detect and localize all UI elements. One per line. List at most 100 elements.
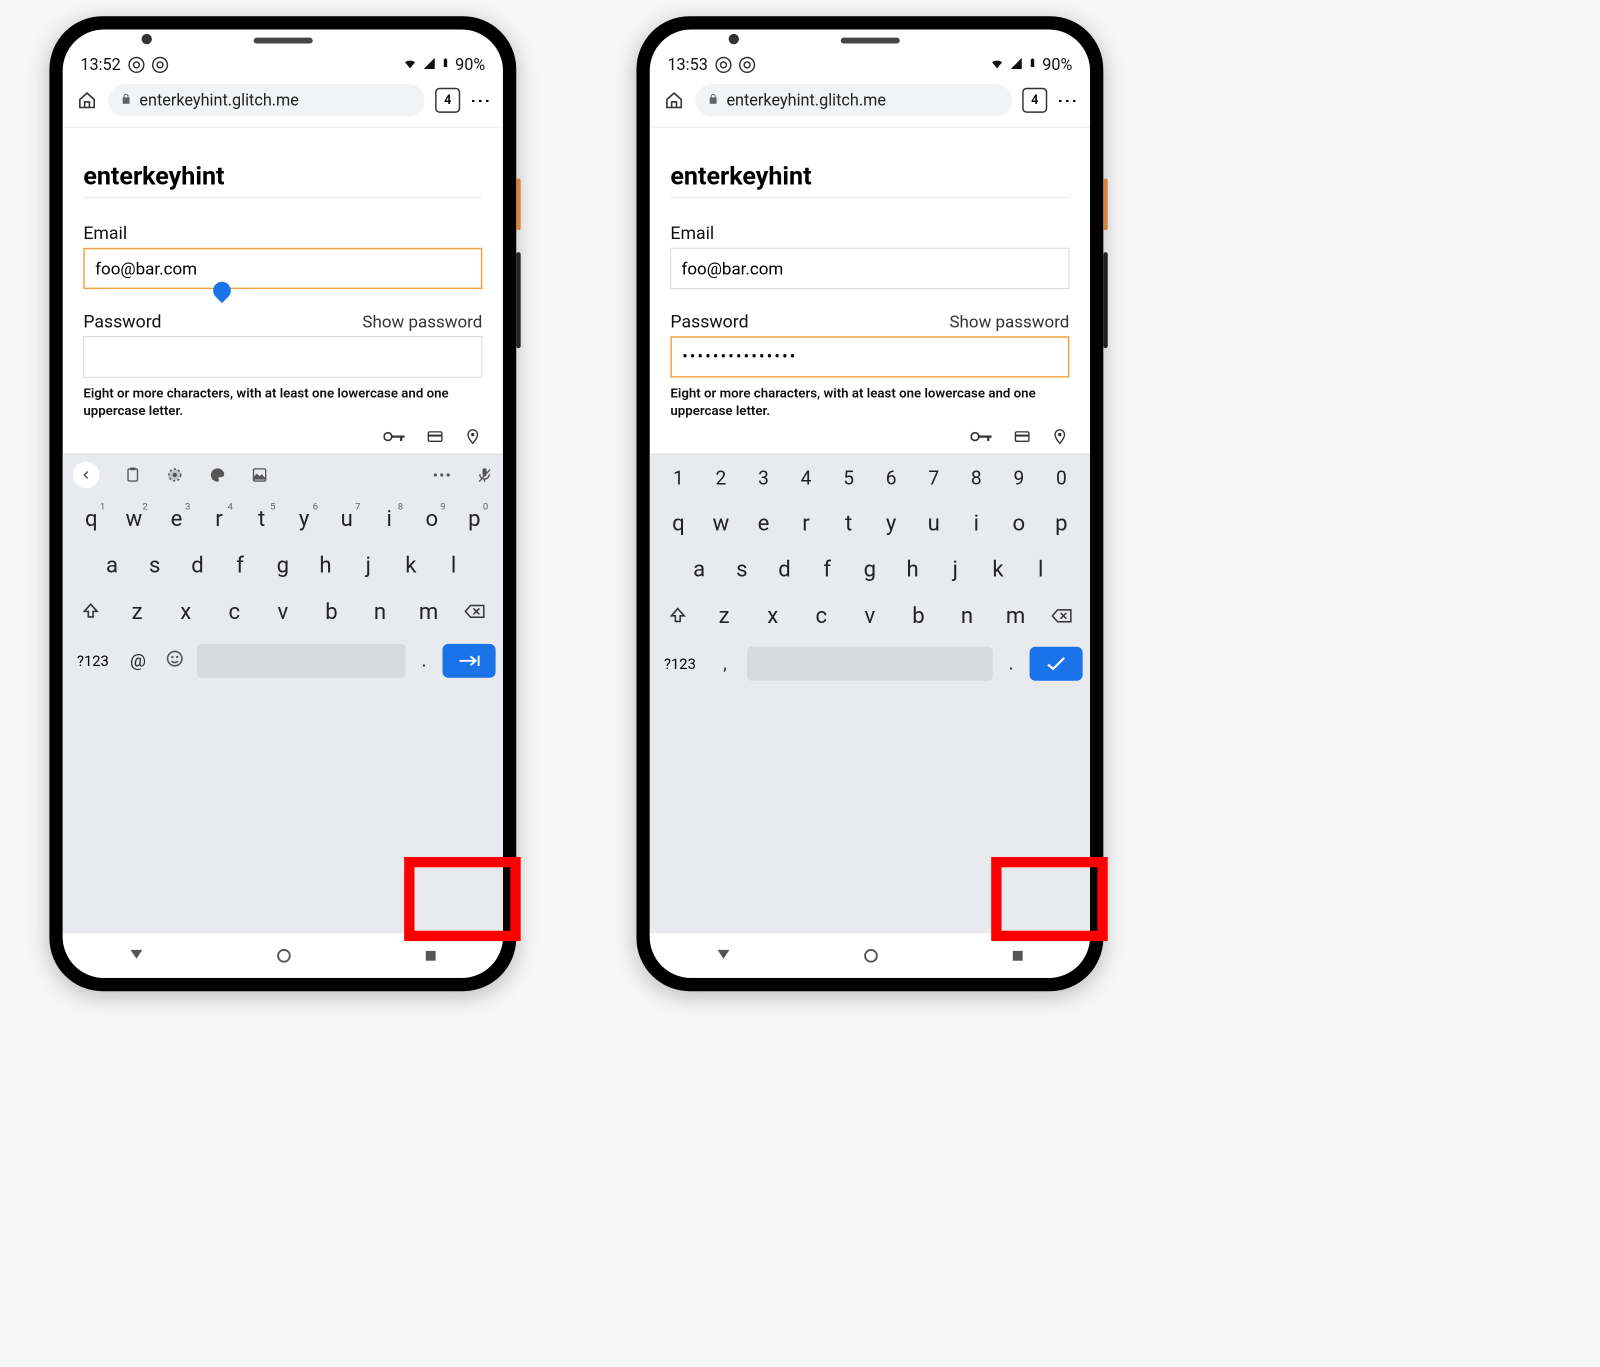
key-t[interactable]: t5 <box>240 498 283 539</box>
key-w[interactable]: w <box>700 503 743 544</box>
symbols-key[interactable]: ?123 <box>70 652 116 670</box>
key-comma[interactable]: , <box>710 646 740 681</box>
home-icon[interactable] <box>663 91 685 110</box>
key-h[interactable]: h <box>891 549 934 590</box>
key-t[interactable]: t <box>827 503 870 544</box>
backspace-key[interactable] <box>454 591 495 632</box>
key-f[interactable]: f <box>219 545 262 586</box>
email-field[interactable] <box>670 248 1069 289</box>
key-h[interactable]: h <box>304 545 347 586</box>
key-p[interactable]: p0 <box>453 498 496 539</box>
key-b[interactable]: b <box>309 591 355 632</box>
key-l[interactable]: l <box>1019 549 1062 590</box>
show-password-toggle[interactable]: Show password <box>949 312 1069 332</box>
key-4[interactable]: 4 <box>785 460 828 497</box>
key-m[interactable]: m <box>993 596 1039 637</box>
key-n[interactable]: n <box>357 591 403 632</box>
key-k[interactable]: k <box>390 545 433 586</box>
key-x[interactable]: x <box>163 591 209 632</box>
url-bar[interactable]: enterkeyhint.glitch.me <box>108 84 424 116</box>
key-s[interactable]: s <box>720 549 763 590</box>
key-c[interactable]: c <box>799 596 845 637</box>
kb-settings-icon[interactable] <box>166 466 184 484</box>
kb-more-icon[interactable] <box>432 471 451 478</box>
payment-card-icon[interactable] <box>425 428 446 444</box>
key-0[interactable]: 0 <box>1040 460 1083 497</box>
key-z[interactable]: z <box>114 591 160 632</box>
volume-button[interactable] <box>516 252 520 348</box>
key-f[interactable]: f <box>806 549 849 590</box>
space-key[interactable] <box>747 646 993 680</box>
key-l[interactable]: l <box>432 545 475 586</box>
power-button[interactable] <box>1103 178 1107 230</box>
space-key[interactable] <box>197 644 406 678</box>
password-key-icon[interactable] <box>971 429 993 444</box>
key-o[interactable]: o9 <box>411 498 454 539</box>
kb-mic-icon[interactable] <box>476 465 492 484</box>
key-a[interactable]: a <box>678 549 721 590</box>
key-q[interactable]: q1 <box>70 498 113 539</box>
backspace-key[interactable] <box>1041 596 1082 637</box>
key-at[interactable]: @ <box>123 643 153 678</box>
key-i[interactable]: i <box>955 503 998 544</box>
key-z[interactable]: z <box>701 596 747 637</box>
password-field[interactable] <box>83 336 482 377</box>
key-9[interactable]: 9 <box>998 460 1041 497</box>
key-v[interactable]: v <box>847 596 893 637</box>
nav-back-icon[interactable] <box>715 947 733 965</box>
key-7[interactable]: 7 <box>912 460 955 497</box>
key-n[interactable]: n <box>944 596 990 637</box>
key-g[interactable]: g <box>261 545 304 586</box>
kb-clipboard-icon[interactable] <box>125 466 141 484</box>
nav-home-icon[interactable] <box>275 947 293 965</box>
emoji-key[interactable] <box>160 641 190 682</box>
key-b[interactable]: b <box>896 596 942 637</box>
key-x[interactable]: x <box>750 596 796 637</box>
enter-key-done[interactable] <box>1030 646 1083 680</box>
enter-key-next[interactable] <box>443 644 496 678</box>
nav-back-icon[interactable] <box>128 947 146 965</box>
key-u[interactable]: u7 <box>325 498 368 539</box>
tabs-button[interactable]: 4 <box>435 88 460 113</box>
password-field[interactable] <box>670 336 1069 377</box>
url-bar[interactable]: enterkeyhint.glitch.me <box>695 84 1011 116</box>
key-period[interactable]: . <box>1000 645 1022 682</box>
key-p[interactable]: p <box>1040 503 1083 544</box>
tabs-button[interactable]: 4 <box>1022 88 1047 113</box>
key-2[interactable]: 2 <box>700 460 743 497</box>
key-e[interactable]: e3 <box>155 498 198 539</box>
key-k[interactable]: k <box>977 549 1020 590</box>
symbols-key[interactable]: ?123 <box>657 655 703 673</box>
payment-card-icon[interactable] <box>1012 428 1033 444</box>
key-d[interactable]: d <box>763 549 806 590</box>
key-5[interactable]: 5 <box>827 460 870 497</box>
power-button[interactable] <box>516 178 520 230</box>
kb-sticker-icon[interactable] <box>251 467 267 483</box>
address-pin-icon[interactable] <box>1052 427 1068 446</box>
shift-key[interactable] <box>70 591 111 632</box>
key-6[interactable]: 6 <box>870 460 913 497</box>
show-password-toggle[interactable]: Show password <box>362 312 482 332</box>
key-s[interactable]: s <box>133 545 176 586</box>
key-c[interactable]: c <box>211 591 257 632</box>
key-j[interactable]: j <box>347 545 390 586</box>
key-o[interactable]: o <box>998 503 1041 544</box>
key-v[interactable]: v <box>260 591 306 632</box>
key-8[interactable]: 8 <box>955 460 998 497</box>
key-r[interactable]: r4 <box>198 498 241 539</box>
volume-button[interactable] <box>1103 252 1107 348</box>
key-j[interactable]: j <box>934 549 977 590</box>
email-field[interactable] <box>83 248 482 289</box>
key-w[interactable]: w2 <box>113 498 156 539</box>
address-pin-icon[interactable] <box>465 427 481 446</box>
nav-recents-icon[interactable] <box>1010 948 1025 963</box>
key-g[interactable]: g <box>849 549 892 590</box>
key-y[interactable]: y <box>870 503 913 544</box>
password-key-icon[interactable] <box>384 429 406 444</box>
kb-collapse-icon[interactable] <box>73 461 100 488</box>
key-3[interactable]: 3 <box>742 460 785 497</box>
home-icon[interactable] <box>76 91 98 110</box>
key-1[interactable]: 1 <box>657 460 700 497</box>
nav-home-icon[interactable] <box>862 947 880 965</box>
key-period[interactable]: . <box>413 642 435 679</box>
